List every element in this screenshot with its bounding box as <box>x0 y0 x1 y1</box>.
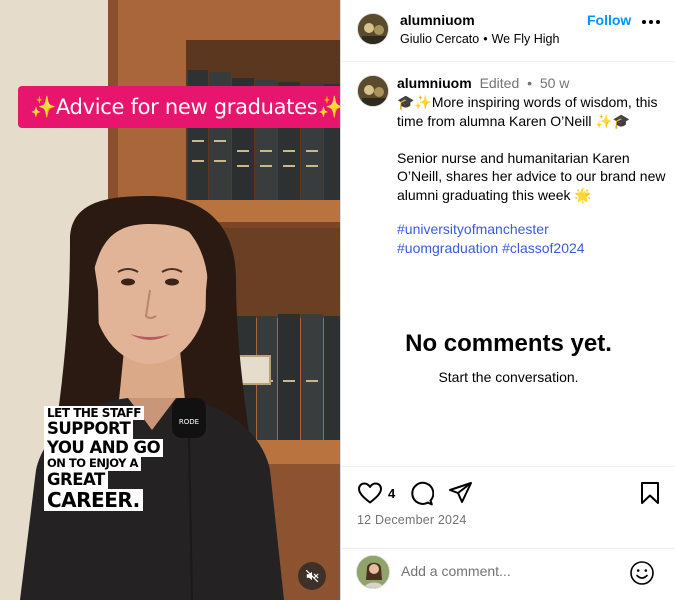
hashtag-link[interactable]: #uomgraduation <box>397 240 498 256</box>
like-count[interactable]: 4 <box>388 486 395 501</box>
share-icon <box>449 482 472 503</box>
post-header: alumniuom Follow Giulio Cercato • We Fly H… <box>341 0 675 62</box>
post-age-value: 50 w <box>539 75 570 91</box>
post-side-panel: alumniuom Follow Giulio Cercato • We Fly H… <box>340 0 675 600</box>
tagged-user[interactable]: Giulio Cercato <box>400 32 479 46</box>
comment-bar <box>341 548 675 600</box>
share-button[interactable] <box>448 481 474 510</box>
more-horizontal-icon <box>642 20 660 24</box>
separator: • <box>527 75 533 91</box>
overlay-line: LET THE STAFF <box>44 406 144 420</box>
comment-icon <box>411 481 435 506</box>
more-options-button[interactable] <box>641 14 661 30</box>
emoji-button[interactable] <box>629 560 655 591</box>
post-age: • 50 w <box>527 75 569 91</box>
no-comments-title: No comments yet. <box>405 330 612 357</box>
video-overlay-text: LET THE STAFF SUPPORT YOU AND GO ON TO E… <box>44 406 172 511</box>
speaker-muted-icon <box>305 569 319 583</box>
save-button[interactable] <box>639 481 661 510</box>
header-username[interactable]: alumniuom <box>400 12 475 28</box>
hashtag-link[interactable]: #universityofmanchester <box>397 221 549 237</box>
caption-text: 🎓✨More inspiring words of wisdom, this t… <box>397 94 666 203</box>
comment-button[interactable] <box>408 481 435 512</box>
mic-label: RODE <box>179 418 199 426</box>
audio-track[interactable]: We Fly High <box>492 32 560 46</box>
hashtags: #universityofmanchester #uomgraduation #… <box>397 220 667 257</box>
follow-button[interactable]: Follow <box>587 12 631 28</box>
smiley-icon <box>630 561 654 585</box>
overlay-line: GREAT <box>44 470 108 489</box>
avatar-image <box>358 14 388 44</box>
bookmark-icon <box>641 482 659 504</box>
post-date[interactable]: 12 December 2024 <box>357 513 467 527</box>
comment-input[interactable] <box>401 563 621 579</box>
caption-username[interactable]: alumniuom <box>397 75 472 91</box>
avatar-image <box>357 556 389 588</box>
heart-icon <box>358 482 382 504</box>
current-user-avatar <box>356 555 390 589</box>
post-video[interactable]: RODE ✨Advice for new graduates✨ LET THE … <box>0 0 340 600</box>
overlay-line: ON TO ENJOY A <box>44 457 141 471</box>
video-title-banner: ✨Advice for new graduates✨ <box>18 86 340 128</box>
like-button[interactable] <box>357 481 383 510</box>
avatar[interactable] <box>357 75 389 107</box>
mute-button[interactable] <box>298 562 326 590</box>
edited-label: Edited <box>479 75 520 91</box>
no-comments-subtitle: Start the conversation. <box>438 369 579 385</box>
overlay-line: SUPPORT <box>44 420 134 439</box>
overlay-line: CAREER. <box>44 489 143 511</box>
header-subtitle: Giulio Cercato • We Fly High <box>400 32 559 46</box>
avatar[interactable] <box>357 13 389 45</box>
separator: • <box>483 32 488 46</box>
hashtag-link[interactable]: #classof2024 <box>502 240 585 256</box>
caption-meta: alumniuom Edited • 50 w <box>397 75 569 91</box>
post-actions: 4 12 December 2024 <box>341 466 675 548</box>
overlay-line: YOU AND GO <box>44 438 164 457</box>
avatar-image <box>358 76 388 106</box>
